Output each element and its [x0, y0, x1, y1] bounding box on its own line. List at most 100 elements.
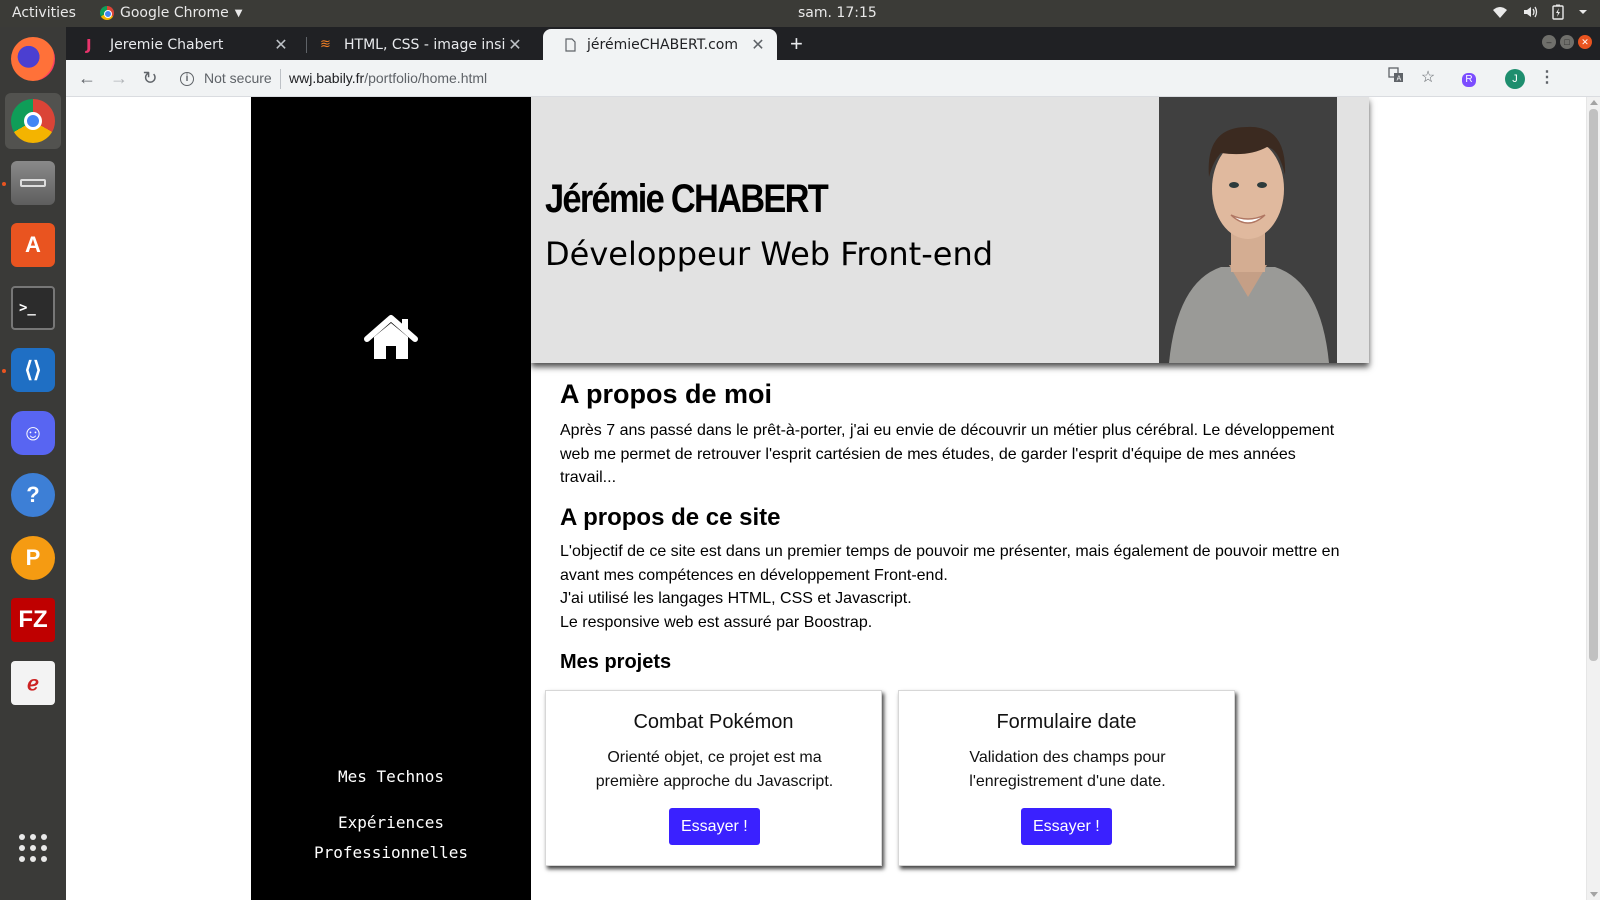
url-path: /portfolio/home.html — [364, 70, 488, 86]
maximize-icon[interactable]: □ — [1560, 35, 1574, 49]
minimize-icon[interactable]: – — [1542, 35, 1556, 49]
dock-software[interactable]: A — [5, 217, 61, 273]
svg-text:A: A — [1397, 75, 1402, 83]
stackoverflow-icon: ≋ — [320, 37, 331, 52]
dock-document-viewer[interactable]: ℯ — [5, 655, 61, 711]
address-bar[interactable]: i Not secure wwj.babily.fr/portfolio/hom… — [170, 65, 1430, 93]
about-site-text-1: L'objectif de ce site est dans un premie… — [560, 543, 1340, 584]
system-top-bar: Activities Google Chrome ▼ sam. 17:15 — [0, 0, 1600, 27]
clock[interactable]: sam. 17:15 — [798, 5, 877, 21]
project-card-combat-pokemon: Combat Pokémon Orienté objet, ce projet … — [545, 690, 882, 866]
terminal-icon: >_ — [11, 286, 55, 330]
security-label[interactable]: Not secure — [204, 70, 272, 86]
browser-toolbar: ← → ↻ i Not secure wwj.babily.fr/portfol… — [66, 60, 1600, 97]
favicon-icon: J — [86, 36, 92, 54]
tab-jeremiechabert-com[interactable]: jérémieCHABERT.com ✕ — [543, 29, 777, 60]
system-menu-arrow-icon — [1579, 10, 1587, 14]
tab-title: Jeremie Chabert — [110, 36, 224, 53]
job-title: Développeur Web Front-end — [545, 235, 994, 273]
close-tab-icon[interactable]: ✕ — [506, 35, 524, 54]
home-icon[interactable] — [363, 313, 419, 363]
project-description: Orienté objet, ce projet est ma première… — [595, 749, 834, 790]
project-card-formulaire-date: Formulaire date Validation des champs po… — [898, 690, 1235, 866]
reload-icon[interactable]: ↻ — [138, 67, 162, 91]
menu-dots-icon[interactable]: ⋮ — [1536, 67, 1558, 89]
translate-icon[interactable]: A — [1385, 67, 1407, 89]
url-text[interactable]: wwj.babily.fr/portfolio/home.html — [289, 70, 487, 86]
tab-title: jérémieCHABERT.com — [587, 36, 738, 53]
sidebar: Mes Technos Expériences Professionnelles — [251, 97, 531, 900]
project-description: Validation des champs pour l'enregistrem… — [969, 749, 1166, 790]
scrollbar-thumb[interactable] — [1589, 109, 1598, 661]
url-host: wwj.babily.fr — [289, 70, 365, 86]
chrome-icon — [100, 6, 114, 20]
dropdown-arrow-icon: ▼ — [234, 7, 243, 19]
vertical-scrollbar[interactable] — [1586, 97, 1600, 900]
dock-vscode[interactable]: ⟨⟩ — [5, 342, 61, 398]
system-tray[interactable] — [1492, 4, 1588, 20]
try-button[interactable]: Essayer ! — [669, 808, 760, 845]
info-icon[interactable]: i — [180, 72, 194, 86]
page-icon — [565, 38, 576, 52]
about-site-text-2: J'ai utilisé les langages HTML, CSS et J… — [560, 590, 912, 607]
dock-files[interactable] — [5, 155, 61, 211]
nav-link-professionnelles[interactable]: Professionnelles — [251, 838, 531, 868]
firefox-icon — [11, 37, 55, 81]
wifi-icon — [1493, 7, 1507, 18]
try-button[interactable]: Essayer ! — [1021, 808, 1112, 845]
about-me-heading: A propos de moi — [560, 379, 773, 409]
close-tab-icon[interactable]: ✕ — [749, 35, 767, 54]
tab-jeremie-chabert[interactable]: J Jeremie Chabert ✕ — [66, 29, 300, 60]
chrome-icon — [11, 99, 55, 143]
page-title: Jérémie CHABERT — [545, 177, 829, 221]
show-applications-button[interactable] — [5, 820, 61, 876]
about-site-text-3: Le responsive web est assuré par Boostra… — [560, 614, 873, 631]
projects-heading: Mes projets — [560, 651, 672, 673]
battery-icon — [1552, 4, 1564, 20]
app-menu-label: Google Chrome — [120, 5, 229, 21]
help-icon: ? — [11, 473, 55, 517]
profile-avatar[interactable]: J — [1504, 67, 1526, 89]
shopping-bag-icon: A — [11, 223, 55, 267]
profile-photo — [1159, 97, 1337, 363]
dock-firefox[interactable] — [5, 31, 61, 87]
header-banner: Jérémie CHABERT Développeur Web Front-en… — [531, 97, 1369, 363]
forward-arrow-icon[interactable]: → — [107, 67, 131, 91]
dock-chrome[interactable] — [5, 93, 61, 149]
page-viewport: Mes Technos Expériences Professionnelles… — [66, 97, 1600, 900]
volume-icon — [1524, 6, 1538, 18]
dock-postman[interactable]: P — [5, 530, 61, 586]
new-tab-button[interactable]: + — [790, 31, 803, 57]
dock-filezilla[interactable]: FZ — [5, 592, 61, 648]
file-cabinet-icon — [11, 161, 55, 205]
about-site-heading: A propos de ce site — [560, 504, 781, 531]
postman-icon: P — [11, 536, 55, 580]
dock: A >_ ⟨⟩ ☺ ? P FZ ℯ — [0, 27, 66, 900]
activities-button[interactable]: Activities — [12, 5, 76, 21]
project-title: Formulaire date — [996, 711, 1137, 733]
tab-stackoverflow[interactable]: ≋ HTML, CSS - image inside ✕ — [300, 29, 534, 60]
scroll-down-arrow-icon[interactable] — [1590, 892, 1598, 897]
extension-r-icon[interactable]: R — [1458, 67, 1480, 89]
scroll-up-arrow-icon[interactable] — [1590, 100, 1598, 105]
dock-terminal[interactable]: >_ — [5, 280, 61, 336]
about-me-text: Après 7 ans passé dans le prêt-à-porter,… — [560, 422, 1335, 486]
vscode-icon: ⟨⟩ — [11, 348, 55, 392]
nav-link-experiences[interactable]: Expériences — [251, 808, 531, 838]
app-grid-icon — [19, 834, 47, 862]
tab-title: HTML, CSS - image inside — [344, 36, 506, 53]
back-arrow-icon[interactable]: ← — [75, 67, 99, 91]
extension-letter: R — [1462, 73, 1476, 87]
bookmark-star-icon[interactable]: ☆ — [1417, 67, 1439, 89]
close-window-icon[interactable]: ✕ — [1578, 35, 1592, 49]
window-controls: – □ ✕ — [1542, 35, 1592, 49]
close-tab-icon[interactable]: ✕ — [272, 35, 290, 54]
discord-icon: ☺ — [11, 411, 55, 455]
dock-help[interactable]: ? — [5, 467, 61, 523]
profile-letter: J — [1505, 69, 1525, 89]
tab-strip: J Jeremie Chabert ✕ ≋ HTML, CSS - image … — [66, 27, 1600, 60]
nav-link-mes-technos[interactable]: Mes Technos — [251, 762, 531, 792]
app-menu[interactable]: Google Chrome ▼ — [100, 5, 242, 21]
dock-discord[interactable]: ☺ — [5, 405, 61, 461]
filezilla-icon: FZ — [11, 598, 55, 642]
